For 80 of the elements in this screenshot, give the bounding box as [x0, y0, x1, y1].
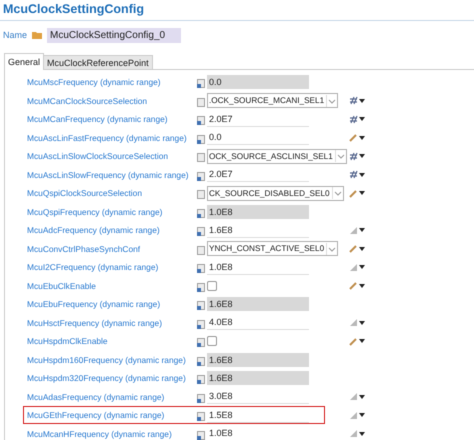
caret-icon[interactable]: [359, 394, 365, 399]
document-icon: [197, 320, 205, 329]
document-icon: [197, 79, 205, 88]
caret-icon[interactable]: [359, 246, 365, 251]
caret-icon[interactable]: [359, 136, 365, 140]
document-icon: [197, 116, 205, 126]
caret-icon[interactable]: [359, 432, 365, 436]
checkbox[interactable]: [207, 280, 217, 291]
caret-icon[interactable]: [359, 117, 365, 122]
document-icon: [197, 208, 205, 218]
document-icon: [197, 227, 205, 236]
name-field[interactable]: McuClockSettingConfig_0: [47, 28, 182, 42]
value-field: 1.6E8: [207, 371, 309, 386]
value-field: 1.6E8: [207, 352, 309, 367]
document-icon: [197, 190, 205, 200]
document-icon: [197, 430, 205, 440]
document-icon: [197, 301, 205, 310]
field-label: McuI2CFrequency (dynamic range): [27, 262, 158, 272]
field-label: McuAdasFrequency (dynamic range): [27, 392, 164, 402]
document-icon: [197, 412, 205, 422]
document-icon: [197, 153, 205, 162]
field-label: McuHspdm320Frequency (dynamic range): [27, 373, 186, 384]
field-label: McuAdcFrequency (dynamic range): [27, 225, 160, 236]
hash-icon[interactable]: [348, 114, 358, 124]
field-label: McuHspdm160Frequency (dynamic range): [27, 354, 186, 365]
field-label: McuEbuFrequency (dynamic range): [27, 299, 160, 310]
document-icon: [197, 264, 205, 274]
folder-icon: [32, 31, 42, 39]
caret-icon[interactable]: [359, 172, 365, 177]
document-icon: [197, 98, 205, 107]
document-icon: [197, 282, 205, 292]
caret-icon[interactable]: [359, 413, 365, 418]
tab[interactable]: McuClockReferencePoint: [43, 55, 153, 69]
chevron-icon[interactable]: [326, 242, 338, 255]
field-label: McuMcanHFrequency (dynamic range): [27, 428, 172, 439]
hash-icon[interactable]: [348, 152, 358, 161]
dropdown[interactable]: OCK_SOURCE_ASCLINSI_SEL1: [207, 148, 347, 164]
document-icon: [197, 356, 205, 366]
tab[interactable]: General: [4, 53, 44, 70]
document-icon: [197, 375, 205, 384]
field-label: McuGEthFrequency (dynamic range): [27, 410, 164, 420]
checkbox[interactable]: [207, 336, 217, 346]
dropdown[interactable]: CK_SOURCE_DISABLED_SEL0: [207, 186, 344, 201]
name-label: Name: [3, 30, 28, 40]
document-icon: [197, 338, 205, 348]
chevron-icon[interactable]: [334, 150, 346, 162]
dropdown[interactable]: .OCK_SOURCE_MCANI_SEL1: [207, 93, 338, 108]
caret-icon[interactable]: [359, 284, 365, 288]
field-label: McuConvCtrlPhaseSynchConf: [27, 244, 140, 254]
field-label: McuAscLinSlowFrequency (dynamic range): [27, 170, 189, 180]
field-label: McuQspiClockSourceSelection: [27, 188, 142, 198]
field-label: McuMCanClockSourceSelection: [27, 96, 148, 106]
caret-icon[interactable]: [359, 191, 365, 196]
field-label: McuMCanFrequency (dynamic range): [27, 114, 168, 124]
field-label: McuMscFrequency (dynamic range): [27, 77, 161, 88]
dropdown[interactable]: YNCH_CONST_ACTIVE_SEL0: [207, 241, 338, 256]
caret-icon[interactable]: [359, 339, 365, 344]
caret-icon[interactable]: [359, 98, 365, 103]
document-icon: [197, 394, 205, 403]
hash-icon[interactable]: [348, 170, 358, 180]
caret-icon[interactable]: [359, 265, 365, 270]
document-icon: [197, 246, 205, 255]
value-field: 1.6E8: [207, 297, 309, 312]
chevron-icon[interactable]: [326, 94, 338, 107]
page-title: McuClockSettingConfig: [0, 0, 474, 21]
field-label: McuAscLinFastFrequency (dynamic range): [27, 132, 187, 143]
field-label: McuQspiFrequency (dynamic range): [27, 206, 162, 217]
field-label: McuHsctFrequency (dynamic range): [27, 318, 162, 328]
field-label: McuAscLinSlowClockSourceSelection: [27, 151, 168, 162]
chevron-icon[interactable]: [332, 187, 343, 200]
document-icon: [197, 134, 205, 144]
document-icon: [197, 172, 205, 181]
field-label: McuEbuClkEnable: [27, 280, 96, 291]
hash-icon[interactable]: [348, 96, 358, 106]
value-field: 0.0: [207, 75, 309, 90]
value-field: 1.0E8: [207, 204, 309, 219]
caret-icon[interactable]: [359, 228, 365, 232]
field-label: McuHspdmClkEnable: [27, 336, 108, 346]
caret-icon[interactable]: [359, 320, 365, 325]
caret-icon[interactable]: [359, 154, 365, 158]
